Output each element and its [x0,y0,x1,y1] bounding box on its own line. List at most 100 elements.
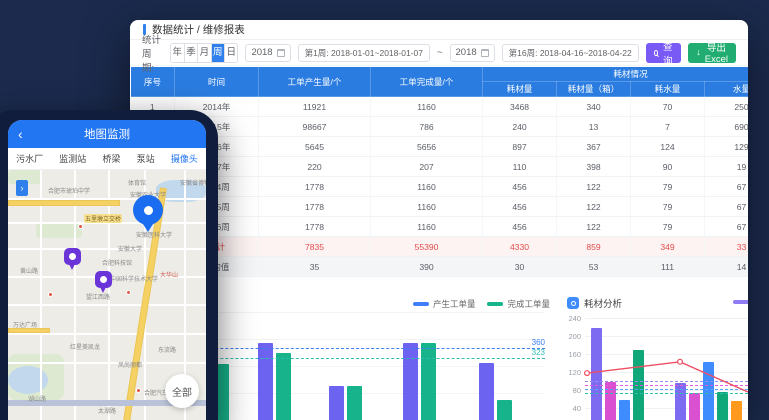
table-cell: 1160 [371,97,483,117]
charts-section: 产生工单量 完成工单量 360323 耗材分析 2402001601208040 [130,276,748,420]
period-year[interactable]: 年 [171,44,184,62]
map-road [8,333,206,335]
period-segmented-control: 年 季 月 周 日 [170,43,239,63]
calendar-icon [481,49,489,57]
table-cell: 786 [371,117,483,137]
app-title: 地图监测 [84,126,130,142]
table-cell: 349 [631,237,705,257]
legend-swatch-completed [487,302,503,306]
table-cell: 240 [483,117,557,137]
export-excel-button[interactable]: ↓ 导出Excel [688,43,736,63]
subcol-header-2: 耗材量（箱） [557,82,631,97]
tab-污水厂[interactable]: 污水厂 [16,152,43,165]
table-row: 12014年119211160346834070250 [131,97,749,117]
trend-line [585,318,748,420]
table-cell: 1778 [259,197,371,217]
table-cell: 3468 [483,97,557,117]
app-header: ‹ 地图监测 [8,120,206,148]
report-table: 序号 时间 工单产生量/个 工单完成量/个 耗材情况 耗材量 耗材量（箱） 耗水… [130,66,748,277]
period-quarter[interactable]: 季 [184,44,197,62]
table-cell: 14 [705,257,749,277]
map-label: 中国科学技术大学 [110,274,158,283]
material-chart-plot [585,318,748,420]
table-cell: 250 [705,97,749,117]
phone-screen: ‹ 地图监测 污水厂 监测站 桥梁 泵站 摄像头 [8,120,206,420]
legend-item-created[interactable]: 产生工单量 [413,298,476,310]
map-label: 合肥市琥珀中学 [48,186,90,195]
map-road [8,248,206,250]
dashboard-window: 数据统计 / 维修报表 统计周期: 年 季 月 周 日 2018 第1周: 20… [130,20,748,420]
map-label: 大华山 [160,270,178,279]
period-month[interactable]: 月 [197,44,210,62]
tab-摄像头[interactable]: 摄像头 [171,152,198,165]
subcol-header-1: 耗材量 [483,82,557,97]
table-cell: 122 [557,217,631,237]
location-pin[interactable] [133,195,163,225]
table-cell: 30 [483,257,557,277]
table-cell: 79 [631,177,705,197]
poi-marker [126,290,131,295]
table-cell: 367 [557,137,631,157]
camera-pin[interactable] [95,271,112,288]
map-label: 红星美凯龙 [70,342,100,351]
search-icon [654,50,658,56]
map-label: 凤尚丽都 [118,360,142,369]
y-axis-tick: 160 [565,350,581,359]
table-cell: 35 [259,257,371,277]
map-label: 合肥科技馆 [102,258,132,267]
end-year-picker[interactable]: 2018 [450,44,495,62]
query-button[interactable]: 查询 [646,43,682,63]
map-main-road [8,200,120,206]
start-year-value: 2018 [251,47,272,58]
map-all-button[interactable]: 全部 [165,374,199,408]
table-cell: 79 [631,197,705,217]
start-year-picker[interactable]: 2018 [245,44,290,62]
tab-桥梁[interactable]: 桥梁 [102,152,120,165]
phone-mockup: ‹ 地图监测 污水厂 监测站 桥梁 泵站 摄像头 [0,110,218,420]
tab-监测站[interactable]: 监测站 [59,152,86,165]
y-axis-tick: 40 [565,404,581,413]
table-cell: 1160 [371,177,483,197]
map-view[interactable]: › 全部 合肥市琥珀中学体育馆安徽农业大学安徽省博物馆五里墩立交桥安徽医科大学黄… [8,170,206,420]
filter-label: 统计周期: [142,32,163,74]
table-cell: 7835 [259,237,371,257]
table-cell: 33 [705,237,749,257]
material-chart: 耗材分析 2402001601208040 [565,276,748,420]
table-cell: 111 [631,257,705,277]
bar [329,386,344,420]
table-cell: 110 [483,157,557,177]
period-day[interactable]: 日 [224,44,237,62]
bar [276,353,291,420]
legend-label-created: 产生工单量 [433,298,476,310]
table-cell: 220 [259,157,371,177]
table-cell: 4330 [483,237,557,257]
bar [258,343,273,420]
reference-line-label: 360 [532,338,545,347]
bar [347,386,362,420]
period-week[interactable]: 周 [211,44,224,62]
bar [421,343,436,420]
col-header-created: 工单产生量/个 [259,67,371,97]
tab-泵站[interactable]: 泵站 [137,152,155,165]
legend-item-completed[interactable]: 完成工单量 [487,298,550,310]
bar [403,343,418,420]
pie-chart-icon [567,297,579,309]
table-cell: 98667 [259,117,371,137]
table-cell: 122 [557,177,631,197]
camera-pin[interactable] [64,248,81,265]
start-week-input[interactable]: 第1周: 2018-01-01~2018-01-07 [298,44,430,62]
map-expand-button[interactable]: › [16,180,28,196]
map-label: 东流路 [158,345,176,354]
breadcrumb: 数据统计 / 维修报表 [130,20,748,40]
table-cell: 897 [483,137,557,157]
end-year-value: 2018 [456,47,477,58]
range-separator: ~ [437,47,443,58]
table-cell: 1160 [371,217,483,237]
table-cell: 859 [557,237,631,257]
end-week-input[interactable]: 第16周: 2018-04-16~2018-04-22 [502,44,639,62]
map-lake [8,366,48,394]
table-cell: 1160 [371,197,483,217]
poi-marker [136,388,141,393]
back-chevron-icon[interactable]: ‹ [18,127,23,141]
table-row: 22015年98667786240137690 [131,117,749,137]
